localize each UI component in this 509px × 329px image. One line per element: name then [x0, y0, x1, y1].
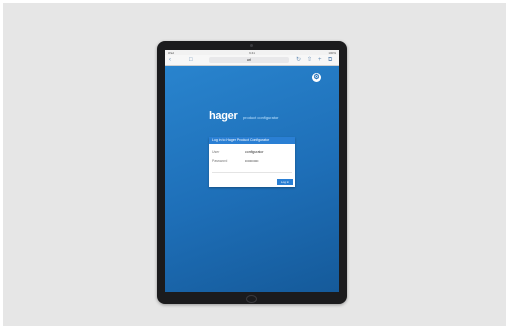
password-field[interactable]: ••••••••••• [245, 159, 258, 163]
dialog-title: Log in to Hager Product Configurator [209, 137, 295, 144]
home-button[interactable] [246, 295, 257, 303]
tabs-icon[interactable]: ⧉ [328, 56, 332, 64]
brand-logo: hager product configurator [209, 106, 279, 124]
bookmarks-icon[interactable]: □ [189, 56, 193, 64]
brand-name: hager [209, 110, 238, 122]
screenshot-frame: iPad 9:41 100% ‹ □ url ↻ ⇧ + ⧉ ⚙ hager p… [3, 3, 506, 326]
user-field[interactable]: configurator [245, 150, 263, 154]
password-label: Password [212, 159, 228, 163]
address-bar[interactable]: url [209, 57, 289, 63]
login-button[interactable]: Log in [277, 179, 293, 185]
tablet-device: iPad 9:41 100% ‹ □ url ↻ ⇧ + ⧉ ⚙ hager p… [157, 41, 347, 304]
tablet-screen: iPad 9:41 100% ‹ □ url ↻ ⇧ + ⧉ ⚙ hager p… [165, 50, 339, 292]
chevron-left-icon[interactable]: ‹ [169, 56, 171, 64]
settings-icon[interactable]: ⚙ [312, 73, 321, 82]
user-label: User [212, 150, 220, 154]
brand-subtitle: product configurator [242, 115, 279, 120]
browser-toolbar: ‹ □ url ↻ ⇧ + ⧉ [165, 55, 339, 66]
reload-icon[interactable]: ↻ [296, 56, 301, 64]
share-icon[interactable]: ⇧ [307, 56, 312, 64]
add-tab-icon[interactable]: + [318, 56, 322, 64]
login-dialog: Log in to Hager Product Configurator Use… [209, 137, 295, 187]
camera-dot [250, 44, 253, 47]
dialog-divider [212, 172, 292, 173]
